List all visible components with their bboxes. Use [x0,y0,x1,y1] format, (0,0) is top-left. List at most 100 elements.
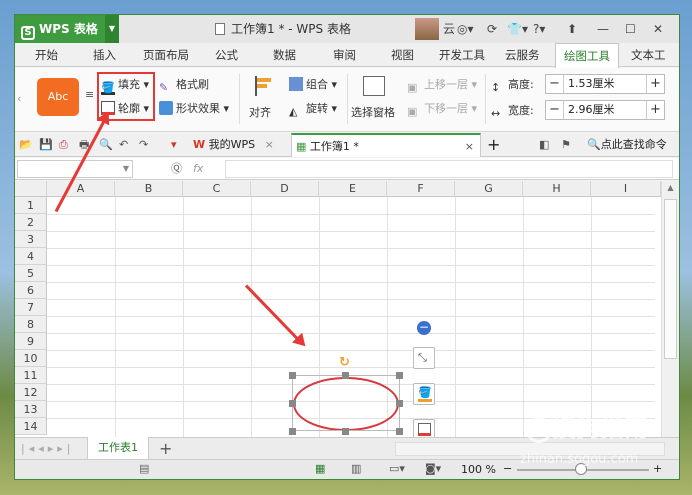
row-header[interactable]: 10 [15,350,47,367]
tab-cloud[interactable]: 云服务 [505,43,540,67]
add-sheet-button[interactable]: + [159,438,172,460]
sheet-nav-icon[interactable]: |◂◂▸▸| [21,438,75,460]
tab-workbook[interactable]: ▦ 工作簿1 * × [291,133,481,157]
page-break-view-icon[interactable]: ▥ [351,462,361,475]
chevron-down-icon[interactable]: ▼ [105,15,119,43]
tab-data[interactable]: 数据 [273,43,296,67]
maximize-icon[interactable]: ☐ [625,15,636,43]
undo-icon[interactable]: ↶ [119,133,128,157]
tab-list-icon[interactable]: ◧ [539,133,549,157]
tab-developer[interactable]: 开发工具 [439,43,485,67]
bring-forward-button[interactable]: ▣ 上移一层 ▾ [407,76,477,95]
column-header[interactable]: E [319,181,387,197]
tab-view[interactable]: 视图 [391,43,414,67]
column-header[interactable]: G [455,181,523,197]
width-decrease-button[interactable]: − [546,101,564,119]
resize-handle[interactable] [396,400,403,407]
upload-icon[interactable]: ⬆ [567,15,577,43]
pin-icon[interactable]: ⚑ [561,133,571,157]
fill-button[interactable]: 🪣 填充 ▾ [101,76,149,95]
formula-input[interactable] [225,160,673,178]
shape-effect-button[interactable]: 形状效果 ▾ [159,100,229,116]
scroll-up-icon[interactable]: ▲ [664,183,677,195]
height-stepper[interactable]: − 1.53厘米 + [545,74,665,94]
vertical-scrollbar[interactable]: ▲ [661,181,679,437]
format-painter-button[interactable]: ✎ 格式刷 [159,76,209,95]
row-header[interactable]: 5 [15,265,47,282]
quick-access-more-icon[interactable]: ▾ [171,133,177,157]
open-folder-icon[interactable]: 📂 [19,133,33,157]
width-input[interactable]: 2.96厘米 [568,101,615,119]
row-header[interactable]: 7 [15,299,47,316]
resize-handle[interactable] [342,372,349,379]
print-preview-icon[interactable]: 🔍 [99,133,113,157]
group-button[interactable]: 组合 ▾ [289,76,337,92]
close-icon[interactable]: × [465,135,474,159]
tab-page-layout[interactable]: 页面布局 [143,43,189,67]
column-header[interactable]: F [387,181,455,197]
row-header[interactable]: 13 [15,401,47,418]
column-header[interactable]: I [591,181,661,197]
sync-icon[interactable]: ⟳ [487,15,497,43]
rotate-button[interactable]: ◭ 旋转 ▾ [289,100,337,119]
resize-handle[interactable] [289,400,296,407]
column-header[interactable]: B [115,181,183,197]
column-header[interactable]: H [523,181,591,197]
tab-home[interactable]: 开始 [35,43,58,67]
selection-pane-button[interactable]: 选择窗格 [351,104,395,120]
normal-view-icon[interactable]: ▦ [315,462,325,475]
zoom-out-button[interactable]: − [503,462,512,475]
row-header[interactable]: 6 [15,282,47,299]
resize-handle[interactable] [396,372,403,379]
tab-text-tools[interactable]: 文本工 [631,43,666,67]
export-pdf-icon[interactable]: ⎙ [59,133,68,157]
zoom-search-icon[interactable]: Ⓠ [171,160,182,178]
row-header[interactable]: 8 [15,316,47,333]
chevron-down-icon[interactable]: ▼ [123,161,129,177]
shape-style-preset[interactable]: Abc [37,78,79,116]
zoom-level[interactable]: 100 % [461,463,496,476]
help-icon[interactable]: ?▾ [533,15,545,43]
resize-handle[interactable] [342,428,349,435]
width-increase-button[interactable]: + [646,101,664,119]
send-backward-button[interactable]: ▣ 下移一层 ▾ [407,100,477,119]
row-header[interactable]: 2 [15,214,47,231]
row-header[interactable]: 1 [15,197,47,214]
row-header[interactable]: 4 [15,248,47,265]
avatar[interactable] [415,18,439,40]
tab-drawing-tools[interactable]: 绘图工具 [555,43,619,68]
resize-handle[interactable] [289,372,296,379]
redo-icon[interactable]: ↷ [139,133,148,157]
select-all-corner[interactable] [15,181,47,197]
resize-handle[interactable] [289,428,296,435]
user-name[interactable]: 云 [443,15,455,43]
collapse-toolbar-icon[interactable]: − [417,321,431,335]
spreadsheet-grid[interactable]: A B C D E F G H I 1 2 3 4 5 6 7 8 9 10 1… [15,181,679,437]
floating-fill-button[interactable]: 🪣 [413,383,435,405]
shape-format-button[interactable]: ⤡ [413,347,435,369]
align-button[interactable]: 对齐 [249,104,271,120]
eye-protection-icon[interactable]: ◙▾ [425,462,441,475]
close-icon[interactable]: ✕ [653,15,663,43]
zoom-in-button[interactable]: + [653,462,662,475]
skin-icon[interactable]: 👕▾ [507,15,528,43]
row-header[interactable]: 12 [15,384,47,401]
new-tab-button[interactable]: + [487,133,500,157]
column-header[interactable]: A [47,181,115,197]
close-icon[interactable]: × [265,138,274,151]
row-header[interactable]: 14 [15,418,47,435]
height-increase-button[interactable]: + [646,75,664,93]
resize-handle[interactable] [396,428,403,435]
height-decrease-button[interactable]: − [546,75,564,93]
scroll-thumb[interactable] [664,199,677,359]
command-search[interactable]: 🔍点此查找命令 [587,133,667,157]
tab-mywps[interactable]: W 我的WPS × [193,133,274,157]
row-header[interactable]: 11 [15,367,47,384]
row-header[interactable]: 9 [15,333,47,350]
column-header[interactable]: C [183,181,251,197]
row-header[interactable]: 3 [15,231,47,248]
account-status-icon[interactable]: ◎▾ [457,15,474,43]
tab-insert[interactable]: 插入 [93,43,116,67]
width-stepper[interactable]: − 2.96厘米 + [545,100,665,120]
macro-icon[interactable]: ▤ [139,462,149,475]
